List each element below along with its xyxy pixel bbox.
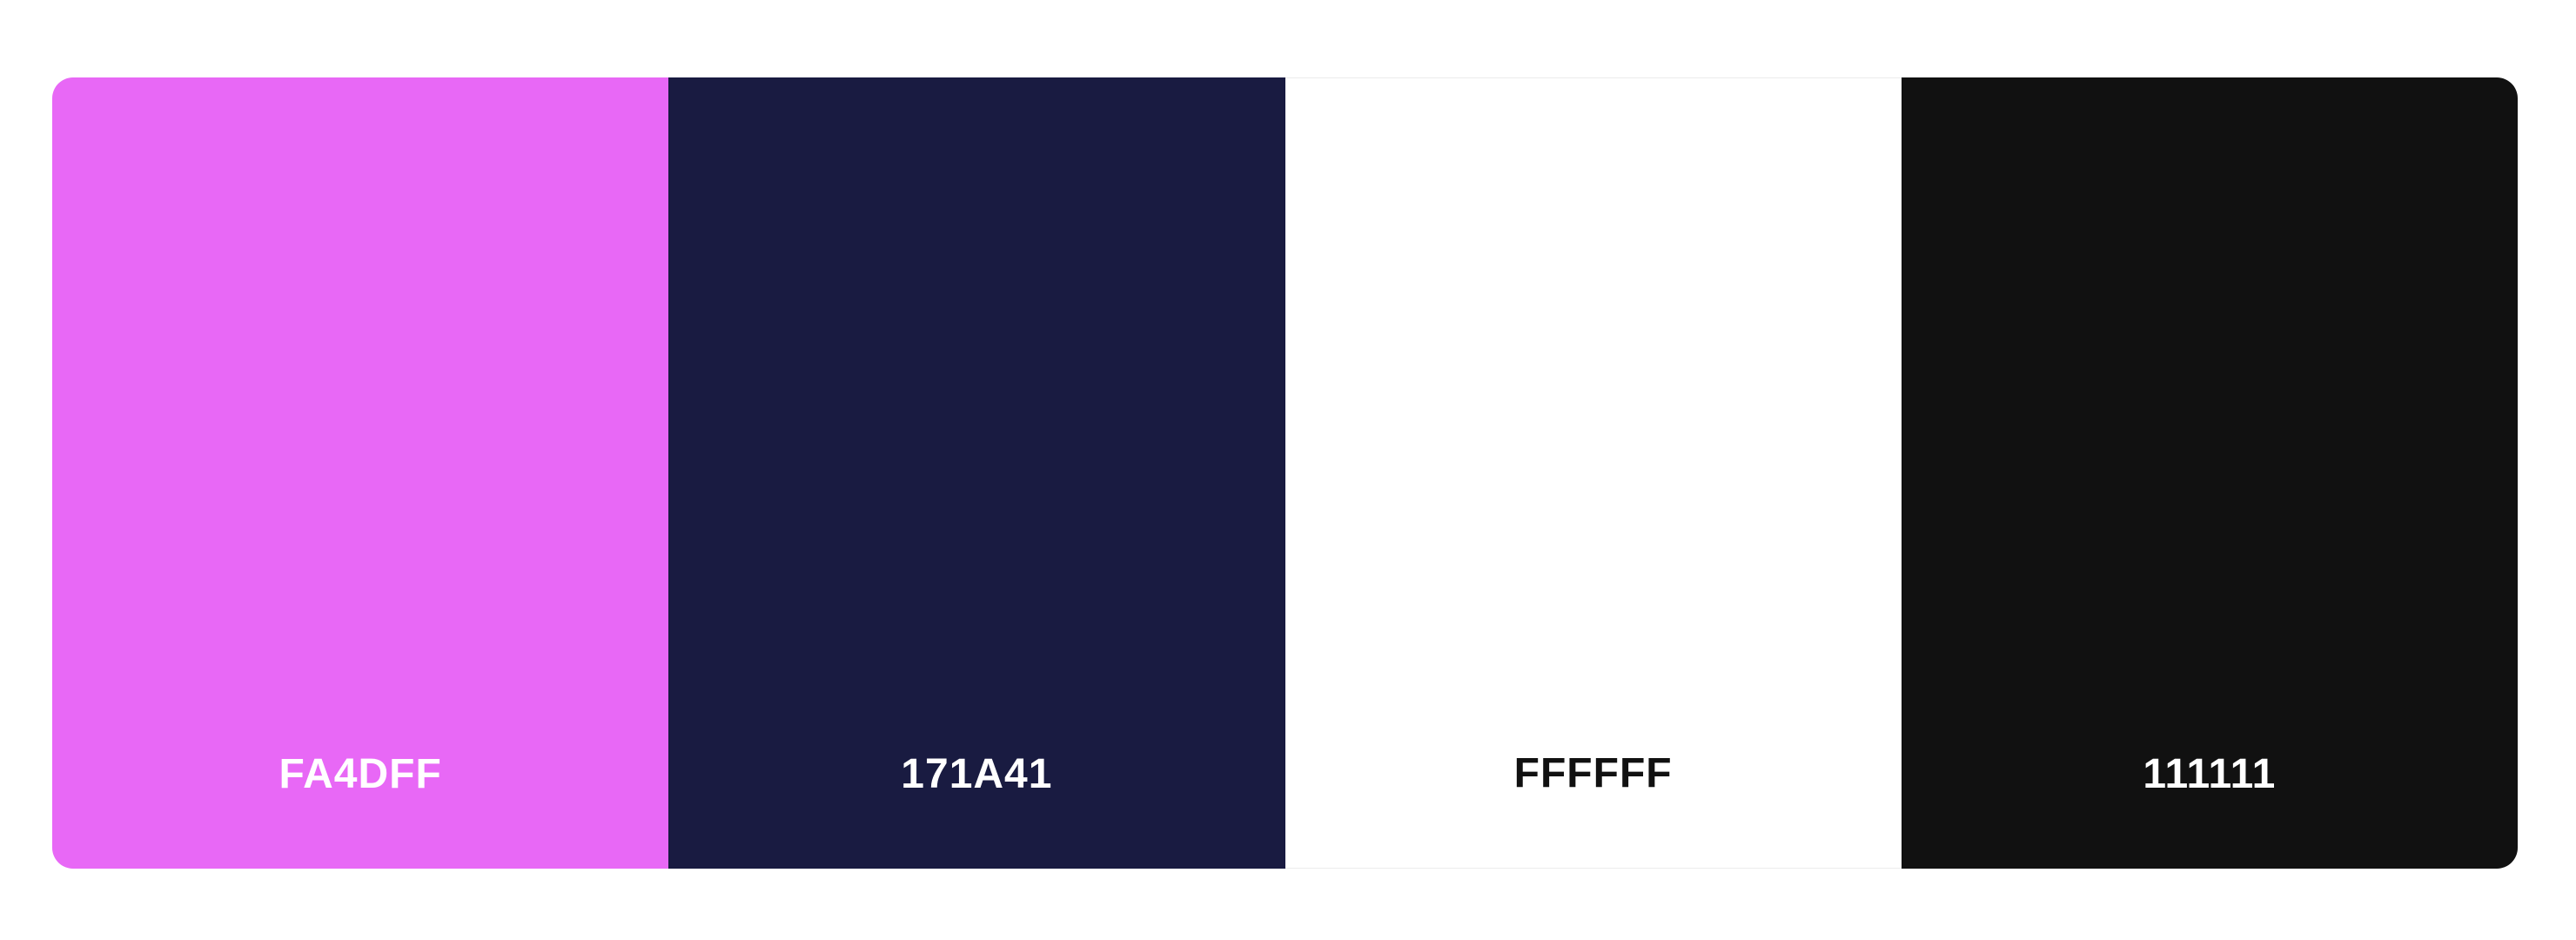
swatch-fa4dff[interactable]: FA4DFF: [52, 77, 669, 869]
swatch-hex-label: FA4DFF: [278, 751, 442, 797]
swatch-111111[interactable]: 111111: [1901, 77, 2518, 869]
swatch-hex-label: 171A41: [901, 751, 1053, 797]
color-palette: FA4DFF 171A41 FFFFFF 111111: [52, 77, 2518, 869]
swatch-171a41[interactable]: 171A41: [668, 77, 1285, 869]
swatch-ffffff[interactable]: FFFFFF: [1285, 77, 1902, 869]
swatch-hex-label: FFFFFF: [1513, 750, 1673, 796]
swatch-hex-label: 111111: [2143, 751, 2277, 797]
